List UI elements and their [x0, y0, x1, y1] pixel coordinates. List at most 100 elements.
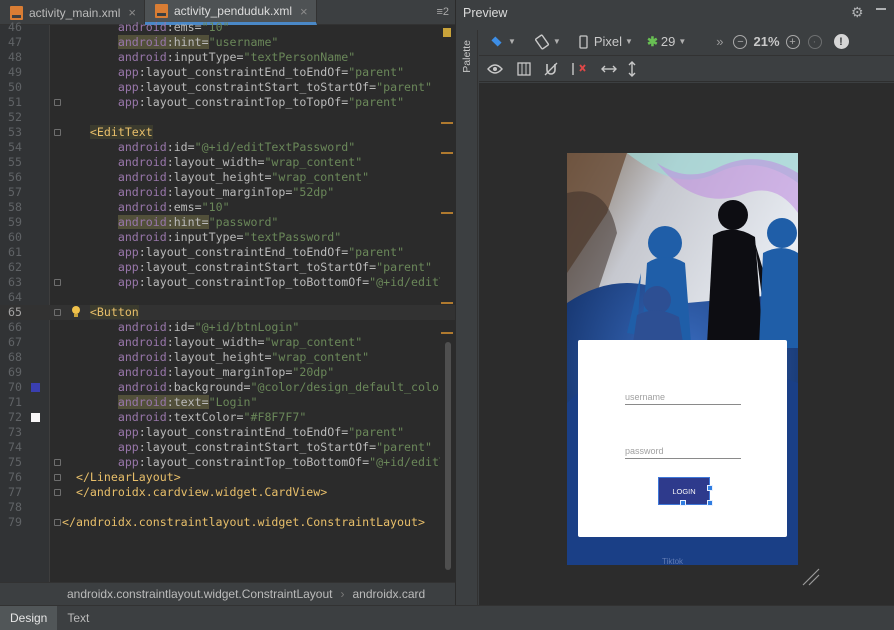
scroll-mark[interactable]	[441, 152, 453, 154]
blueprint-button[interactable]	[517, 61, 531, 76]
code-line[interactable]: 71 android:text="Login"	[0, 395, 455, 410]
zoom-out-button[interactable]: −	[733, 34, 748, 49]
code-line[interactable]: 49 app:layout_constraintEnd_toEndOf="par…	[0, 65, 455, 80]
code-line[interactable]: 66 android:id="@+id/btnLogin"	[0, 320, 455, 335]
code-text[interactable]: app:layout_constraintTop_toTopOf="parent…	[62, 95, 440, 110]
code-line[interactable]: 79 </androidx.constraintlayout.widget.Con…	[0, 515, 455, 530]
zoom-to-fit-button[interactable]: ·	[807, 34, 822, 49]
code-line[interactable]: 47 android:hint="username"	[0, 35, 455, 50]
autoconnect-button[interactable]	[543, 61, 559, 77]
design-surface-button[interactable]: ▼	[489, 36, 516, 48]
palette-sidebar[interactable]: Palette	[456, 30, 478, 605]
code-line[interactable]: 77 </androidx.cardview.widget.CardView>	[0, 485, 455, 500]
code-line[interactable]: 52	[0, 110, 455, 125]
code-text[interactable]: <EditText	[62, 125, 440, 140]
minimize-icon[interactable]	[876, 8, 886, 10]
scroll-mark[interactable]	[441, 302, 453, 304]
code-line[interactable]: 74 app:layout_constraintStart_toStartOf=…	[0, 440, 455, 455]
fold-icon[interactable]	[54, 129, 61, 136]
code-text[interactable]: <Button	[62, 305, 440, 320]
code-line[interactable]: 46 android:ems="10"	[0, 20, 455, 35]
code-line[interactable]: 64	[0, 290, 455, 305]
code-line[interactable]: 58 android:ems="10"	[0, 200, 455, 215]
scroll-mark[interactable]	[441, 122, 453, 124]
breadcrumb-item[interactable]: androidx.constraintlayout.widget.Constra…	[67, 587, 333, 601]
code-text[interactable]: android:inputType="textPersonName"	[62, 50, 440, 65]
code-line[interactable]: 76 </LinearLayout>	[0, 470, 455, 485]
code-text[interactable]: android:hint="password"	[62, 215, 440, 230]
code-editor[interactable]: activity_main.xml × activity_penduduk.xm…	[0, 0, 455, 630]
close-icon[interactable]: ×	[300, 4, 308, 19]
code-line[interactable]: 56 android:layout_height="wrap_content"	[0, 170, 455, 185]
show-view-options-button[interactable]	[487, 63, 503, 75]
code-text[interactable]: android:text="Login"	[62, 395, 440, 410]
api-level-selector[interactable]: ✱ 29 ▼	[647, 34, 686, 50]
code-lines[interactable]: 46 android:ems="10" 47 android:hint="user…	[0, 20, 455, 530]
device-screen[interactable]: Tiktok username password LOGIN	[567, 153, 798, 565]
color-swatch-icon[interactable]	[31, 383, 40, 392]
scroll-mark[interactable]	[441, 212, 453, 214]
code-line[interactable]: 69 android:layout_marginTop="20dp"	[0, 365, 455, 380]
fold-icon[interactable]	[54, 279, 61, 286]
tab-text[interactable]: Text	[57, 606, 99, 630]
code-text[interactable]: </androidx.cardview.widget.CardView>	[62, 485, 440, 500]
code-text[interactable]: app:layout_constraintStart_toStartOf="pa…	[62, 80, 440, 95]
clear-constraints-button[interactable]	[571, 62, 587, 76]
code-text[interactable]: app:layout_constraintEnd_toEndOf="parent…	[62, 65, 440, 80]
code-text[interactable]: app:layout_constraintEnd_toEndOf="parent…	[62, 425, 440, 440]
gear-icon[interactable]: ⚙	[851, 5, 865, 19]
code-text[interactable]: android:background="@color/design_defaul…	[62, 380, 440, 395]
fold-icon[interactable]	[54, 309, 61, 316]
code-line[interactable]: 61 app:layout_constraintEnd_toEndOf="par…	[0, 245, 455, 260]
code-text[interactable]: android:inputType="textPassword"	[62, 230, 440, 245]
fold-icon[interactable]	[54, 99, 61, 106]
issues-button[interactable]: !	[833, 34, 849, 49]
code-text[interactable]: </LinearLayout>	[62, 470, 440, 485]
code-text[interactable]: android:id="@+id/btnLogin"	[62, 320, 440, 335]
code-line[interactable]: 73 app:layout_constraintEnd_toEndOf="par…	[0, 425, 455, 440]
expand-horizontal-button[interactable]	[601, 64, 617, 74]
code-text[interactable]: android:ems="10"	[62, 200, 440, 215]
code-line[interactable]: 65 <Button	[0, 305, 455, 320]
scroll-mark[interactable]	[441, 332, 453, 334]
code-line[interactable]: 54 android:id="@+id/editTextPassword"	[0, 140, 455, 155]
code-text[interactable]: android:textColor="#F8F7F7"	[62, 410, 440, 425]
code-text[interactable]: android:layout_marginTop="52dp"	[62, 185, 440, 200]
resize-handle[interactable]	[707, 500, 713, 506]
code-text[interactable]: android:ems="10"	[62, 20, 440, 35]
tab-design[interactable]: Design	[0, 606, 58, 630]
code-text[interactable]: android:layout_width="wrap_content"	[62, 155, 440, 170]
breadcrumb-item[interactable]: androidx.card	[353, 587, 426, 601]
code-line[interactable]: 78	[0, 500, 455, 515]
code-text[interactable]: </androidx.constraintlayout.widget.Const…	[62, 515, 440, 530]
code-line[interactable]: 53 <EditText	[0, 125, 455, 140]
password-field[interactable]: password	[625, 446, 741, 459]
more-actions-button[interactable]: »	[716, 34, 723, 49]
fold-icon[interactable]	[54, 489, 61, 496]
fold-icon[interactable]	[54, 459, 61, 466]
code-text[interactable]: android:layout_height="wrap_content"	[62, 350, 440, 365]
close-icon[interactable]: ×	[128, 5, 136, 20]
code-text[interactable]: android:layout_height="wrap_content"	[62, 170, 440, 185]
expand-vertical-button[interactable]	[627, 60, 637, 77]
warning-marker[interactable]	[443, 28, 451, 37]
code-text[interactable]: app:layout_constraintEnd_toEndOf="parent…	[62, 245, 440, 260]
code-line[interactable]: 57 android:layout_marginTop="52dp"	[0, 185, 455, 200]
code-text[interactable]: app:layout_constraintTop_toBottomOf="@+i…	[62, 275, 440, 290]
resize-handle[interactable]	[707, 485, 713, 491]
palette-label[interactable]: Palette	[461, 40, 473, 73]
code-line[interactable]: 68 android:layout_height="wrap_content"	[0, 350, 455, 365]
code-line[interactable]: 60 android:inputType="textPassword"	[0, 230, 455, 245]
code-line[interactable]: 50 app:layout_constraintStart_toStartOf=…	[0, 80, 455, 95]
code-line[interactable]: 55 android:layout_width="wrap_content"	[0, 155, 455, 170]
code-line[interactable]: 59 android:hint="password"	[0, 215, 455, 230]
code-line[interactable]: 75 app:layout_constraintTop_toBottomOf="…	[0, 455, 455, 470]
code-text[interactable]: android:layout_marginTop="20dp"	[62, 365, 440, 380]
vertical-scrollbar[interactable]	[445, 342, 451, 570]
code-line[interactable]: 67 android:layout_width="wrap_content"	[0, 335, 455, 350]
code-line[interactable]: 48 android:inputType="textPersonName"	[0, 50, 455, 65]
code-text[interactable]: app:layout_constraintStart_toStartOf="pa…	[62, 260, 440, 275]
device-selector[interactable]: Pixel ▼	[579, 34, 633, 49]
fold-icon[interactable]	[54, 474, 61, 481]
zoom-in-button[interactable]: +	[785, 34, 800, 49]
